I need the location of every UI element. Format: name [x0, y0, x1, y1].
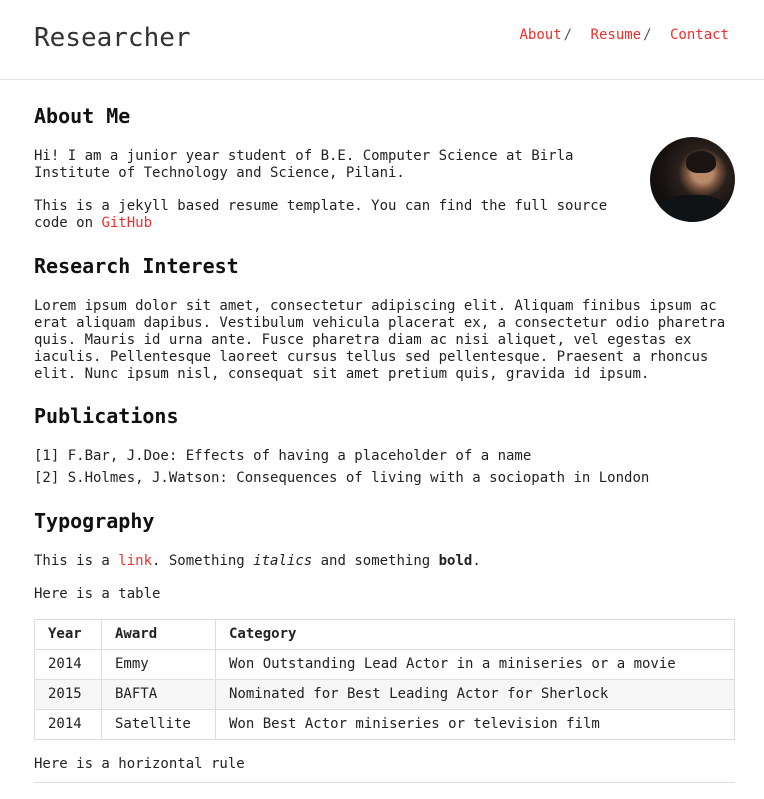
typography-sample-line: This is a link. Something italics and so… [34, 553, 481, 570]
typography-text: . [472, 553, 481, 569]
publications-list: [1] F.Bar, J.Doe: Effects of having a pl… [34, 448, 649, 492]
github-link[interactable]: GitHub [101, 215, 152, 231]
profile-avatar [650, 137, 735, 222]
about-paragraph-2: This is a jekyll based resume template. … [34, 198, 634, 232]
table-cell: BAFTA [101, 679, 216, 710]
bold-text: bold [438, 553, 473, 569]
research-text: Lorem ipsum dolor sit amet, consectetur … [34, 298, 726, 382]
table-cell: Nominated for Best Leading Actor for She… [215, 679, 735, 710]
horizontal-rule [34, 782, 735, 783]
nav-separator: / [563, 27, 573, 43]
table-cell: Satellite [101, 709, 216, 740]
table-cell: 2014 [34, 649, 102, 680]
table-row: 2014 Emmy Won Outstanding Lead Actor in … [34, 649, 735, 680]
nav-separator: / [643, 27, 652, 43]
table-cell: 2015 [34, 679, 102, 710]
nav-resume-link[interactable]: Resume [591, 27, 642, 43]
sample-link[interactable]: link [118, 553, 152, 569]
site-title[interactable]: Researcher [34, 22, 191, 54]
table-cell: Won Best Actor miniseries or television … [215, 709, 735, 740]
horizontal-rule-intro: Here is a horizontal rule [34, 756, 245, 772]
about-paragraph-1: Hi! I am a junior year student of B.E. C… [34, 148, 574, 181]
avatar-coat-shape [658, 195, 728, 222]
site-header: Researcher About / Resume / Contact [0, 0, 764, 80]
table-header-row: Year Award Category [34, 619, 735, 650]
publications-heading: Publications [34, 404, 179, 428]
table-intro: Here is a table [34, 586, 161, 602]
nav-about-link[interactable]: About [520, 27, 562, 43]
typography-heading: Typography [34, 509, 155, 533]
typography-text: . Something [152, 553, 254, 569]
table-header-year: Year [34, 619, 102, 650]
publication-item: [1] F.Bar, J.Doe: Effects of having a pl… [34, 448, 532, 464]
table-cell: Emmy [101, 649, 216, 680]
avatar-hair-shape [686, 151, 716, 173]
italic-text: italics [253, 553, 313, 569]
table-cell: Won Outstanding Lead Actor in a miniseri… [215, 649, 735, 680]
table-row: 2014 Satellite Won Best Actor miniseries… [34, 709, 735, 740]
table-header-award: Award [101, 619, 216, 650]
about-heading: About Me [34, 104, 131, 128]
nav-contact-link[interactable]: Contact [670, 27, 729, 43]
about-text: Hi! I am a junior year student of B.E. C… [34, 148, 634, 232]
typography-text: This is a [34, 553, 119, 569]
main-nav: About / Resume / Contact [520, 27, 730, 44]
publication-item: [2] S.Holmes, J.Watson: Consequences of … [34, 470, 650, 486]
table-cell: 2014 [34, 709, 102, 740]
research-heading: Research Interest [34, 254, 239, 278]
table-row: 2015 BAFTA Nominated for Best Leading Ac… [34, 679, 735, 710]
awards-table: Year Award Category 2014 Emmy Won Outsta… [34, 619, 735, 740]
table-header-category: Category [215, 619, 735, 650]
typography-text: and something [312, 553, 439, 569]
